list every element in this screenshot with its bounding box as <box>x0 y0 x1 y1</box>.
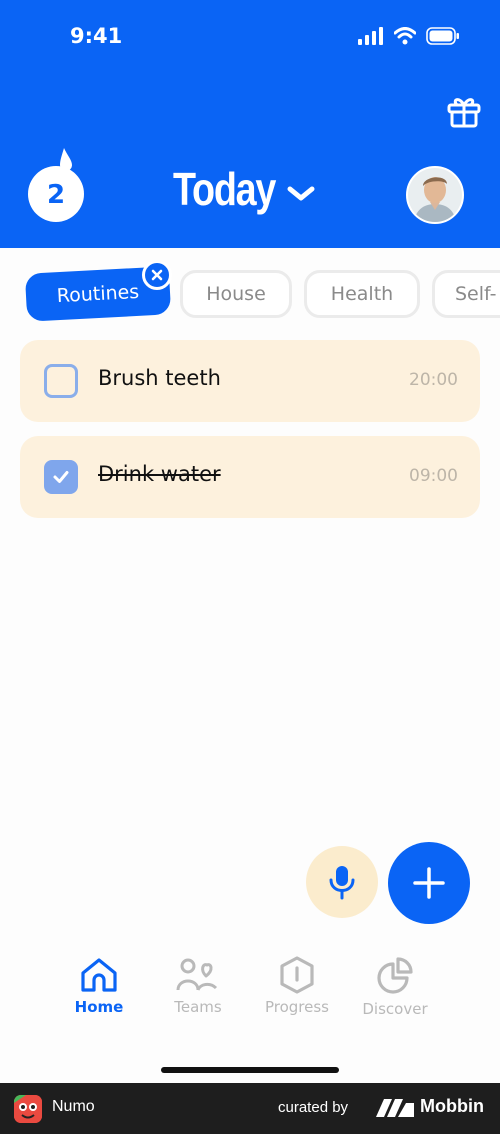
chip-self-care[interactable]: Self- <box>432 270 500 318</box>
voice-input-button[interactable] <box>306 846 378 918</box>
teams-icon <box>176 958 218 991</box>
checkmark-icon <box>53 471 69 483</box>
nav-home[interactable]: Home <box>49 956 149 1016</box>
app-logo-icon <box>14 1095 42 1123</box>
avatar[interactable] <box>406 166 464 224</box>
nav-progress[interactable]: Progress <box>247 956 347 1016</box>
page-title: Today <box>173 163 276 215</box>
nav-label: Teams <box>174 998 222 1016</box>
gift-icon[interactable] <box>445 92 483 130</box>
task-item[interactable]: Drink water 09:00 <box>20 436 480 518</box>
nav-label: Progress <box>264 998 329 1016</box>
footer-bar: Numo curated by Mobbin <box>0 1083 500 1134</box>
avatar-photo <box>408 168 462 222</box>
curated-by-label: curated by <box>278 1099 349 1116</box>
task-item[interactable]: Brush teeth 20:00 <box>20 340 480 422</box>
streak-count: 2 <box>46 180 66 210</box>
nav-label: Home <box>74 998 124 1016</box>
task-label: Drink water <box>98 462 221 486</box>
chip-label: Health <box>330 283 394 305</box>
header: 9:41 2 Today <box>0 0 500 248</box>
discover-icon <box>377 957 413 994</box>
mobbin-brand: Mobbin <box>420 1096 484 1116</box>
home-icon <box>81 958 117 992</box>
category-chips: Routines House Health Self- <box>0 262 500 328</box>
nav-discover[interactable]: Discover <box>345 956 445 1018</box>
home-indicator <box>161 1067 339 1073</box>
task-label: Brush teeth <box>98 366 221 390</box>
signal-icon <box>358 27 383 45</box>
app-name: Numo <box>52 1098 95 1115</box>
nav-teams[interactable]: Teams <box>148 956 248 1016</box>
status-icons <box>358 27 460 45</box>
chevron-down-icon <box>287 186 315 201</box>
chip-label: House <box>206 283 266 305</box>
task-time: 20:00 <box>409 370 458 390</box>
chip-label: Routines <box>56 280 140 308</box>
chip-health[interactable]: Health <box>304 270 420 318</box>
add-task-button[interactable] <box>388 842 470 924</box>
status-time: 9:41 <box>70 24 123 48</box>
chip-label: Self- <box>455 283 497 305</box>
battery-icon <box>426 27 459 45</box>
chip-house[interactable]: House <box>180 270 292 318</box>
task-time: 09:00 <box>409 466 458 486</box>
task-checkbox-checked[interactable] <box>44 460 78 494</box>
plus-icon <box>413 867 445 899</box>
progress-icon <box>280 956 314 994</box>
status-bar: 9:41 <box>0 0 500 74</box>
wifi-icon <box>394 27 416 45</box>
mobbin-logo-icon <box>376 1099 414 1117</box>
nav-label: Discover <box>362 1000 428 1018</box>
date-selector[interactable]: Today <box>173 162 316 216</box>
microphone-icon <box>329 866 355 900</box>
task-checkbox[interactable] <box>44 364 78 398</box>
